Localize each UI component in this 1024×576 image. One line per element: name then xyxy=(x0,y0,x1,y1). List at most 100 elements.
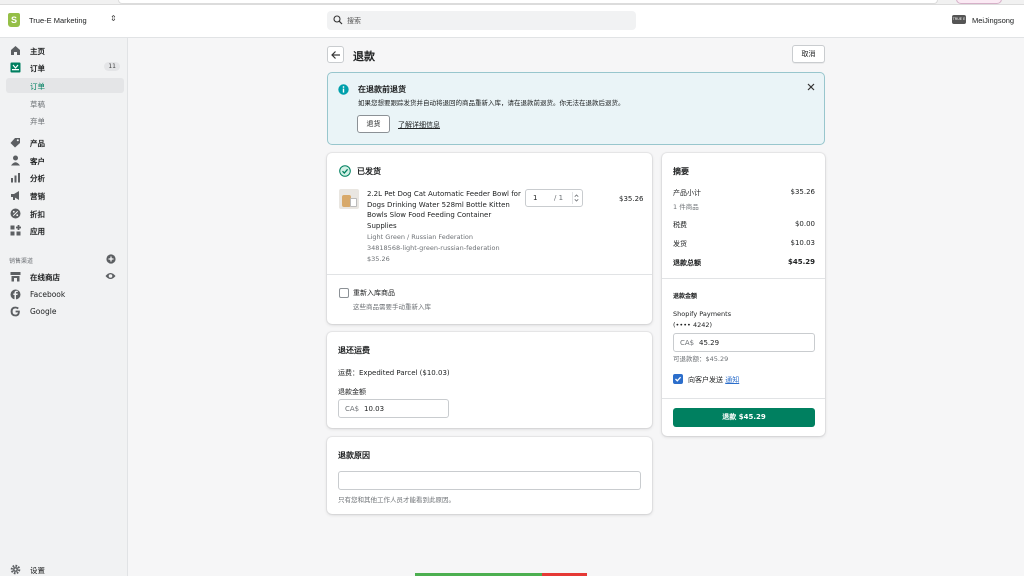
sidebar-item-label: 应用 xyxy=(30,227,45,236)
sidebar-item-label: 订单 xyxy=(30,64,45,73)
product-variant: Light Green / Russian Federation xyxy=(367,233,473,241)
sidebar-item-settings[interactable]: 设置 xyxy=(6,563,66,576)
summary-card: 摘要 产品小计 $35.26 1 件商品 税费 $0.00 发货 $10.03 … xyxy=(662,153,825,436)
sidebar-item-label: 产品 xyxy=(30,139,45,148)
sidebar-item-apps[interactable]: 应用 xyxy=(6,223,124,238)
stepper-arrows-icon[interactable] xyxy=(572,192,580,204)
fulfilled-card: 已发货 2.2L Pet Dog Cat Automatic Feeder Bo… xyxy=(327,153,652,324)
restock-label: 重新入库商品 xyxy=(353,289,395,297)
sidebar-item-discounts[interactable]: 折扣 xyxy=(6,206,124,221)
browser-edge xyxy=(0,0,1024,5)
learn-more-link[interactable]: 了解详细信息 xyxy=(398,120,440,130)
sidebar-item-label: 主页 xyxy=(30,47,45,56)
sidebar-item-orders[interactable]: 订单 11 xyxy=(6,60,124,75)
return-button[interactable]: 退货 xyxy=(357,115,390,133)
refund-amount-input[interactable]: CA$ 45.29 xyxy=(673,333,815,352)
info-icon xyxy=(338,84,349,95)
quantity-total: / 1 xyxy=(554,194,564,202)
sidebar-item-label: 分析 xyxy=(30,174,45,183)
top-bar: S True-E Marketing ⇕ 搜索 TRUE E MeiJingso… xyxy=(0,0,1024,38)
person-icon xyxy=(11,155,20,166)
banner-title: 在退款前退货 xyxy=(358,85,406,94)
sidebar-item-label: 弃单 xyxy=(30,117,45,126)
sidebar-item-label: 折扣 xyxy=(30,210,45,219)
divider xyxy=(327,274,652,275)
product-thumbnail xyxy=(339,189,359,209)
product-name-link[interactable]: 2.2L Pet Dog Cat Automatic Feeder Bowl f… xyxy=(367,189,523,231)
shipping-label: 发货 xyxy=(673,240,687,248)
store-switch-icon[interactable]: ⇕ xyxy=(110,14,117,23)
card-digits: (•••• 4242) xyxy=(673,321,713,329)
shipping-refund-card: 退还运费 运费：Expedited Parcel ($10.03) 退款金额 C… xyxy=(327,332,652,428)
page-title: 退款 xyxy=(353,50,375,63)
reason-title: 退款原因 xyxy=(338,451,370,460)
banner-description: 如果您想要跟踪发货并自动将退回的商品重新入库，请在退款前退货。你无法在退款后退货… xyxy=(358,99,625,107)
cancel-button[interactable]: 取消 xyxy=(792,45,825,63)
bar-chart-icon xyxy=(11,173,20,183)
fulfilled-status: 已发货 xyxy=(357,167,381,176)
currency-prefix: CA$ xyxy=(345,405,360,413)
summary-title: 摘要 xyxy=(673,167,689,176)
sidebar-item-orders-sub[interactable]: 订单 xyxy=(6,78,124,93)
restock-checkbox[interactable] xyxy=(339,288,349,298)
eye-icon[interactable] xyxy=(105,271,116,281)
restock-hint: 这些商品需要手动重新入库 xyxy=(353,303,431,311)
add-channel-icon[interactable] xyxy=(106,254,116,264)
sidebar-item-label: 在线商店 xyxy=(30,273,60,282)
back-button[interactable] xyxy=(327,46,344,63)
product-sku: 34818568-light-green-russian-federation xyxy=(367,244,500,252)
profile-pill[interactable] xyxy=(956,0,1002,4)
shopify-logo-icon[interactable]: S xyxy=(8,13,20,27)
user-name[interactable]: MeiJingsong xyxy=(972,16,1014,25)
shipping-amount-input[interactable]: CA$ 10.03 xyxy=(338,399,449,418)
sidebar-item-online-store[interactable]: 在线商店 xyxy=(6,269,124,284)
apps-icon xyxy=(10,225,21,236)
close-icon[interactable] xyxy=(806,82,816,92)
item-count: 1 件商品 xyxy=(673,203,699,211)
notification-link[interactable]: 通知 xyxy=(725,376,739,384)
quantity-value[interactable]: 1 xyxy=(533,194,537,202)
reason-input[interactable] xyxy=(338,471,641,490)
sidebar-item-customers[interactable]: 客户 xyxy=(6,153,124,168)
sidebar-item-analytics[interactable]: 分析 xyxy=(6,170,124,185)
subtotal-label: 产品小计 xyxy=(673,189,701,197)
sidebar-item-abandoned[interactable]: 弃单 xyxy=(6,113,124,128)
refund-button[interactable]: 退款 $45.29 xyxy=(673,408,815,427)
orders-count-badge: 11 xyxy=(104,62,120,71)
sidebar-item-label: Google xyxy=(30,307,57,316)
sidebar-item-label: 订单 xyxy=(30,82,45,91)
gear-icon xyxy=(10,564,21,575)
edge-tab xyxy=(118,0,938,4)
tag-icon xyxy=(10,138,20,148)
search-icon xyxy=(333,15,343,25)
subtotal-value: $35.26 xyxy=(790,188,816,196)
search-input[interactable]: 搜索 xyxy=(327,11,636,30)
sidebar-item-home[interactable]: 主页 xyxy=(6,43,124,58)
sidebar-item-drafts[interactable]: 草稿 xyxy=(6,96,124,111)
avatar[interactable]: TRUE E xyxy=(952,15,966,24)
quantity-stepper[interactable]: 1 / 1 xyxy=(525,189,583,207)
sidebar-item-products[interactable]: 产品 xyxy=(6,135,124,150)
refund-amount-value[interactable]: 45.29 xyxy=(699,339,719,347)
orders-icon xyxy=(10,62,21,73)
sidebar-item-label: 客户 xyxy=(30,157,45,166)
shipping-description: 运费：Expedited Parcel ($10.03) xyxy=(338,369,450,377)
refund-amount-heading: 退款金额 xyxy=(673,293,698,300)
info-banner: 在退款前退货 如果您想要跟踪发货并自动将退回的商品重新入库，请在退款前退货。你无… xyxy=(327,72,825,145)
megaphone-icon xyxy=(11,191,19,200)
thumbnail-bottle xyxy=(350,198,357,207)
sidebar-item-google[interactable]: Google xyxy=(6,304,124,319)
search-placeholder: 搜索 xyxy=(347,17,361,25)
notify-prefix: 向客户发送 xyxy=(688,376,723,384)
store-name[interactable]: True-E Marketing xyxy=(29,16,87,25)
home-icon xyxy=(11,46,20,55)
payment-method: Shopify Payments xyxy=(673,310,732,318)
tax-label: 税费 xyxy=(673,221,687,229)
sidebar-item-facebook[interactable]: Facebook xyxy=(6,287,124,302)
shipping-amount-value[interactable]: 10.03 xyxy=(364,405,384,413)
sidebar-item-label: 营销 xyxy=(30,192,45,201)
checkmark-icon xyxy=(675,376,682,382)
sidebar-item-marketing[interactable]: 营销 xyxy=(6,188,124,203)
notify-customer-checkbox[interactable] xyxy=(673,374,683,384)
discount-icon xyxy=(10,208,21,219)
